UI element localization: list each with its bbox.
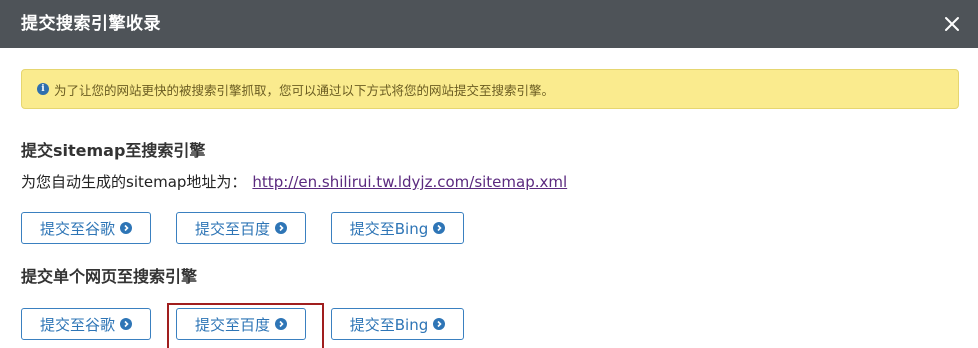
button-label: 提交至百度 bbox=[194, 219, 270, 238]
close-icon bbox=[945, 17, 959, 31]
chevron-circle-right-icon bbox=[433, 222, 446, 234]
chevron-circle-right-icon bbox=[433, 318, 446, 330]
chevron-circle-right-icon bbox=[120, 318, 132, 330]
button-label: 提交至谷歌 bbox=[39, 219, 115, 238]
button-label: 提交至Bing bbox=[349, 219, 429, 238]
sitemap-address-line: 为您自动生成的sitemap地址为： http://en.shilirui.tw.… bbox=[21, 172, 567, 192]
button-label: 提交至谷歌 bbox=[39, 315, 115, 334]
alert-text: 为了让您的网站更快的被搜索引擎抓取，您可以通过以下方式将您的网站提交至搜索引擎。 bbox=[54, 82, 555, 98]
dialog-title: 提交搜索引擎收录 bbox=[21, 14, 161, 34]
chevron-circle-right-icon bbox=[275, 222, 287, 234]
button-label: 提交至Bing bbox=[349, 315, 429, 334]
dialog-body: i 为了让您的网站更快的被搜索引擎抓取，您可以通过以下方式将您的网站提交至搜索引… bbox=[0, 48, 978, 348]
sitemap-url-link[interactable]: http://en.shilirui.tw.ldyjz.com/sitemap.… bbox=[252, 173, 567, 191]
submit-search-engine-dialog: 提交搜索引擎收录 i 为了让您的网站更快的被搜索引擎抓取，您可以通过以下方式将您… bbox=[0, 0, 978, 348]
info-alert: i 为了让您的网站更快的被搜索引擎抓取，您可以通过以下方式将您的网站提交至搜索引… bbox=[21, 69, 959, 109]
page-submit-google-button[interactable]: 提交至谷歌 bbox=[21, 308, 151, 340]
sitemap-submit-bing-button[interactable]: 提交至Bing bbox=[331, 212, 464, 244]
chevron-circle-right-icon bbox=[120, 222, 132, 234]
info-icon: i bbox=[37, 83, 49, 95]
highlight-annotation-box bbox=[167, 303, 324, 348]
sitemap-section-title: 提交sitemap至搜索引擎 bbox=[21, 141, 206, 160]
dialog-header: 提交搜索引擎收录 bbox=[0, 0, 978, 48]
sitemap-address-label: 为您自动生成的sitemap地址为： bbox=[21, 173, 247, 191]
single-page-section-title: 提交单个网页至搜索引擎 bbox=[21, 267, 198, 286]
sitemap-submit-google-button[interactable]: 提交至谷歌 bbox=[21, 212, 151, 244]
page-submit-bing-button[interactable]: 提交至Bing bbox=[331, 308, 464, 340]
close-button[interactable] bbox=[940, 12, 964, 36]
sitemap-submit-baidu-button[interactable]: 提交至百度 bbox=[176, 212, 306, 244]
